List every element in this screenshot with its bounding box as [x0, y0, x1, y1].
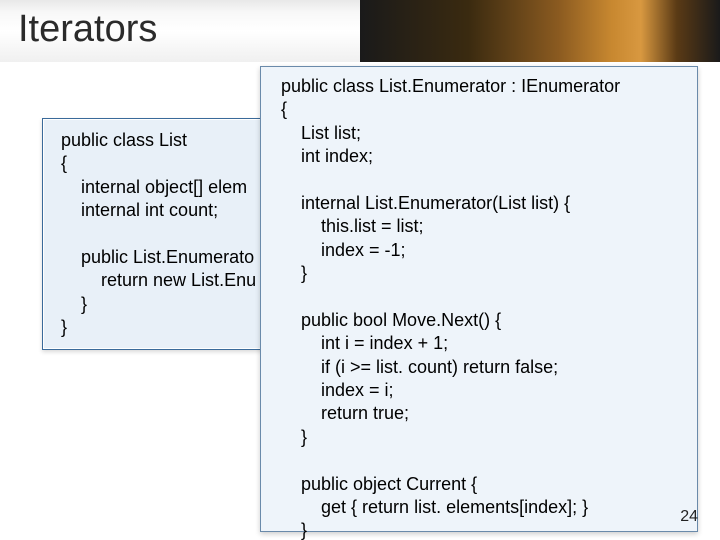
page-number: 24: [680, 508, 698, 526]
code-block-right: public class List.Enumerator : IEnumerat…: [260, 66, 698, 532]
header-accent-image: [360, 0, 720, 62]
slide-title: Iterators: [18, 8, 157, 51]
slide: Iterators public class List { internal o…: [0, 0, 720, 540]
